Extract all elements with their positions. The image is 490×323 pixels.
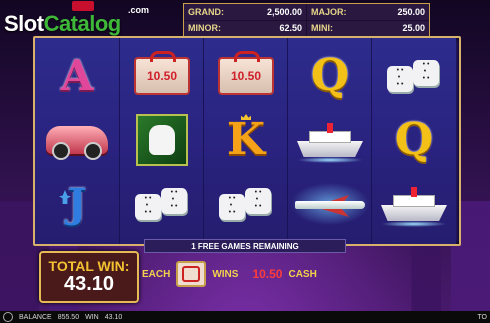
balance-label: BALANCE	[19, 313, 52, 321]
win-label: WIN	[85, 313, 99, 321]
jackpot-label: MAJOR:	[311, 6, 347, 17]
logo-domain-text: .com	[128, 5, 150, 15]
dog-icon	[120, 108, 204, 172]
letter-j-icon: J	[35, 172, 119, 236]
menu-icon[interactable]	[3, 312, 13, 322]
jackpot-major: MAJOR: 250.00	[307, 4, 429, 20]
cash-register-icon	[176, 261, 207, 287]
letter-glyph: A	[60, 51, 94, 100]
jackpot-label: MINOR:	[188, 23, 221, 34]
reel-grid: AJ10.5010.50KQQ	[33, 36, 461, 246]
letter-q-icon: Q	[372, 108, 456, 172]
dice-icon	[372, 44, 456, 108]
win-value: 43.10	[104, 313, 123, 321]
jackpot-label: MINI:	[311, 23, 333, 34]
cash-register-icon: 10.50	[204, 44, 288, 108]
free-games-banner: 1 FREE GAMES REMAINING	[144, 239, 346, 253]
jackpot-mini: MINI: 25.00	[307, 20, 429, 36]
reel-3: 10.50 K	[203, 38, 288, 244]
slotcatalog-logo: Slot Catalog .com	[4, 1, 149, 37]
jackpot-value: 25.00	[402, 23, 425, 34]
letter-glyph: Q	[310, 50, 350, 101]
letter-q-icon: Q	[288, 44, 372, 108]
reel-4: Q	[287, 38, 373, 244]
total-bet-label: TO	[477, 313, 487, 321]
letter-glyph: K	[226, 114, 266, 165]
yacht-icon	[372, 172, 456, 236]
letter-a-icon: A	[35, 44, 119, 108]
status-bar: BALANCE 855.50 WIN 43.10 TO	[0, 311, 490, 323]
cash-label: CASH	[288, 268, 317, 280]
jackpot-grand: GRAND: 2,500.00	[184, 4, 306, 20]
airplane-icon	[287, 172, 373, 236]
jackpot-value: 250.00	[397, 6, 425, 17]
yacht-icon	[288, 108, 372, 172]
reel-2: 10.50	[119, 38, 204, 244]
dice-icon	[120, 172, 204, 236]
jackpot-value: 62.50	[279, 23, 302, 34]
cash-collect-info: EACH WINS 10.50 CASH	[142, 261, 317, 287]
balance-value: 855.50	[57, 313, 80, 321]
cash-value: 10.50	[230, 69, 262, 83]
each-label: EACH	[142, 268, 171, 280]
total-win-box: TOTAL WIN: 43.10	[39, 251, 139, 303]
reel-5: Q	[371, 38, 456, 244]
total-win-label: TOTAL WIN:	[48, 258, 130, 274]
cash-value: 10.50	[146, 69, 178, 83]
jackpot-panel: GRAND: 2,500.00 MAJOR: 250.00 MINOR: 62.…	[183, 3, 430, 37]
jackpot-minor: MINOR: 62.50	[184, 20, 306, 36]
cash-amount: 10.50	[252, 267, 283, 281]
car-icon	[35, 108, 119, 172]
reel-1: AJ	[35, 38, 119, 244]
logo-slot-text: Slot	[4, 11, 44, 36]
jackpot-label: GRAND:	[188, 6, 224, 17]
logo-catalog-text: Catalog	[43, 11, 122, 36]
cash-register-icon: 10.50	[120, 44, 204, 108]
jackpot-value: 2,500.00	[266, 6, 302, 17]
logo-badge	[72, 1, 94, 11]
letter-k-icon: K	[204, 108, 288, 172]
total-win-value: 43.10	[63, 273, 115, 295]
free-games-text: 1 FREE GAMES REMAINING	[191, 241, 299, 251]
dice-icon	[204, 172, 288, 236]
letter-glyph: J	[67, 180, 87, 227]
letter-glyph: Q	[394, 114, 434, 165]
wins-label: WINS	[212, 268, 239, 280]
